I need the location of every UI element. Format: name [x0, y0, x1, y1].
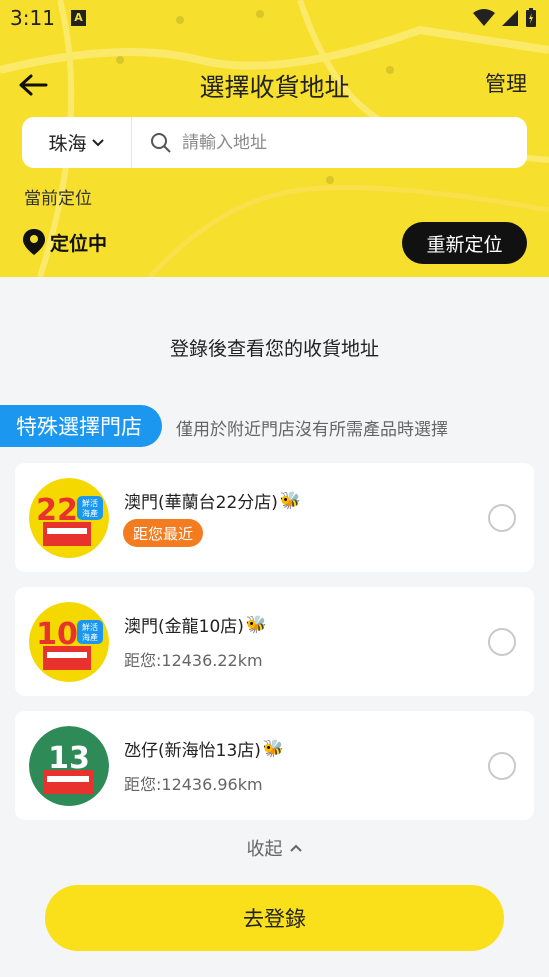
svg-text:鮮活: 鮮活	[82, 622, 98, 632]
store-logo: 13	[29, 726, 109, 806]
store-logo: 22 鮮活 海產	[29, 478, 109, 558]
location-status-text: 定位中	[50, 232, 108, 255]
status-bar: 3:11 A	[0, 0, 549, 36]
header: 3:11 A 選擇收貨地址 管理 珠海 當前定位 定位中 重新定位	[0, 0, 549, 277]
store-logo: 10 鮮活 海產	[29, 602, 109, 682]
city-selector[interactable]: 珠海	[22, 117, 132, 168]
bee-icon: 🐝	[245, 614, 268, 635]
svg-text:海產: 海產	[82, 508, 98, 518]
store-radio[interactable]	[488, 504, 516, 532]
address-search-input[interactable]	[182, 132, 512, 153]
manage-button[interactable]: 管理	[485, 68, 527, 98]
special-store-description: 僅用於附近門店沒有所需產品時選擇	[176, 420, 448, 440]
collapse-button[interactable]: 收起	[0, 835, 549, 861]
special-store-tag: 特殊選擇門店	[0, 405, 162, 447]
search-icon	[150, 131, 174, 155]
chevron-down-icon	[91, 138, 104, 146]
go-login-button[interactable]: 去登錄	[45, 885, 504, 951]
title-bar: 選擇收貨地址 管理	[0, 62, 549, 108]
chevron-up-icon	[289, 844, 302, 852]
notification-a-icon: A	[71, 10, 86, 26]
page-title: 選擇收貨地址	[199, 73, 350, 102]
current-location-label: 當前定位	[24, 189, 92, 209]
store-radio[interactable]	[488, 628, 516, 656]
nearest-badge: 距您最近	[123, 519, 204, 547]
store-card[interactable]: 13 氹仔(新海怡13店) 🐝 距您:12436.96km	[15, 711, 534, 820]
status-icons	[473, 8, 537, 28]
store-name: 澳門(華蘭台22分店) 🐝	[124, 490, 302, 514]
collapse-label: 收起	[246, 839, 283, 860]
svg-text:13: 13	[48, 741, 90, 776]
store-name: 澳門(金龍10店) 🐝	[124, 614, 268, 638]
signal-icon	[502, 10, 518, 26]
bee-icon: 🐝	[279, 490, 302, 511]
svg-text:10: 10	[36, 617, 78, 652]
store-radio[interactable]	[488, 752, 516, 780]
city-label: 珠海	[48, 133, 87, 155]
wifi-icon	[473, 9, 495, 26]
battery-icon	[526, 8, 536, 27]
login-hint-text: 登錄後查看您的收貨地址	[169, 338, 379, 360]
location-status: 定位中	[22, 228, 107, 256]
search-bar: 珠海	[22, 117, 527, 168]
store-card[interactable]: 10 鮮活 海產 澳門(金龍10店) 🐝 距您:12436.22km	[15, 587, 534, 696]
svg-text:22: 22	[36, 493, 78, 528]
bee-icon: 🐝	[262, 738, 285, 759]
relocate-button[interactable]: 重新定位	[402, 222, 527, 264]
svg-text:鮮活: 鮮活	[82, 498, 98, 508]
store-distance: 距您:12436.22km	[124, 651, 263, 670]
location-pin-icon	[23, 229, 45, 255]
store-distance: 距您:12436.96km	[124, 775, 263, 794]
status-time: 3:11	[10, 6, 55, 30]
svg-text:海產: 海產	[82, 632, 98, 642]
store-card[interactable]: 22 鮮活 海產 澳門(華蘭台22分店) 🐝 距您最近	[15, 463, 534, 572]
store-name: 氹仔(新海怡13店) 🐝	[124, 738, 285, 762]
